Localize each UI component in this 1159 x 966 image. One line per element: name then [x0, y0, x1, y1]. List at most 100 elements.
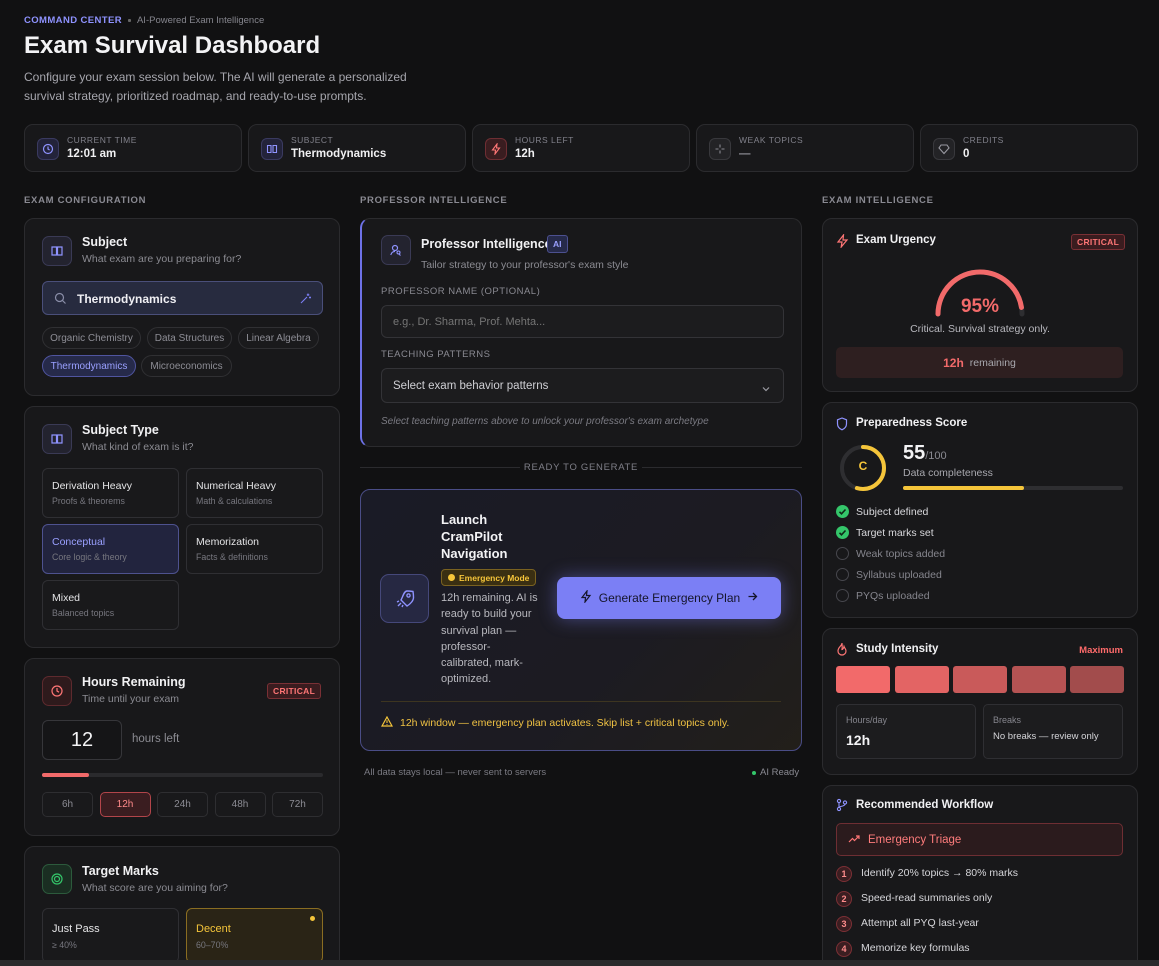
critical-badge: CRITICAL: [267, 683, 322, 699]
subject-chip[interactable]: Microeconomics: [141, 355, 232, 377]
status-dot-icon: [752, 770, 756, 775]
subject-type-option[interactable]: Mixed Balanced topics: [42, 580, 179, 630]
ai-status: AI Ready: [752, 767, 799, 778]
hours-progress-track: [42, 773, 323, 777]
sparkle-icon: [709, 138, 731, 160]
rocket-icon: [380, 574, 429, 623]
preparedness-grade: C: [858, 459, 868, 473]
hours-input[interactable]: 12: [42, 720, 122, 760]
hours-per-day-value: 12h: [846, 732, 871, 748]
stat-hours-left: HOURS LEFT 12h: [472, 124, 690, 172]
page-description-line: survival strategy, prioritized roadmap, …: [24, 89, 367, 103]
checklist-item: PYQs uploaded: [856, 590, 930, 602]
shield-icon: [836, 417, 848, 436]
subject-input[interactable]: Thermodynamics: [42, 281, 323, 315]
section-professor-intelligence: PROFESSOR INTELLIGENCE: [360, 195, 508, 206]
hours-preset-button[interactable]: 6h: [42, 792, 93, 817]
check-done-icon: [836, 526, 849, 539]
target-option[interactable]: Just Pass ≥ 40%: [42, 908, 179, 963]
lightning-icon: [836, 233, 849, 253]
generate-plan-button[interactable]: Generate Emergency Plan: [557, 577, 781, 619]
arrow-right-icon: [747, 591, 758, 605]
launch-title-line: Navigation: [441, 546, 508, 561]
hours-preset-button[interactable]: 24h: [157, 792, 208, 817]
stat-weak-topics: WEAK TOPICS —: [696, 124, 914, 172]
page-title: Exam Survival Dashboard: [24, 32, 321, 59]
time-remaining-value: 12h: [943, 355, 964, 370]
subject-chip-selected[interactable]: Thermodynamics: [42, 355, 136, 377]
professor-name-label: PROFESSOR NAME (OPTIONAL): [381, 286, 541, 297]
hours-preset-button-selected[interactable]: 12h: [99, 792, 151, 817]
option-desc: 60–70%: [196, 940, 229, 950]
subject-subtitle: What exam are you preparing for?: [82, 253, 242, 265]
urgency-percent: 95%: [960, 296, 1000, 317]
launch-warning: 12h window — emergency plan activates. S…: [380, 715, 729, 730]
teaching-patterns-value: Select exam behavior patterns: [393, 380, 549, 392]
subject-chip[interactable]: Linear Algebra: [238, 327, 319, 349]
launch-desc-line: professor-: [441, 640, 491, 653]
launch-title: Launch CramPilot Navigation: [441, 511, 507, 562]
subject-type-option-selected[interactable]: Conceptual Core logic & theory: [42, 524, 179, 574]
target-option-selected[interactable]: Decent 60–70%: [186, 908, 323, 963]
launch-desc-line: ready to build your: [441, 608, 532, 621]
launch-title-line: CramPilot: [441, 529, 503, 544]
subject-chip[interactable]: Organic Chemistry: [42, 327, 141, 349]
hours-preset-button[interactable]: 72h: [272, 792, 323, 817]
intensity-level: Maximum: [1079, 645, 1123, 656]
breadcrumb-main: COMMAND CENTER: [24, 15, 122, 26]
option-desc: Core logic & theory: [52, 552, 127, 562]
checklist-item: Weak topics added: [856, 548, 946, 560]
checklist-item: Target marks set: [856, 527, 934, 539]
teaching-patterns-select[interactable]: Select exam behavior patterns: [381, 368, 784, 403]
option-desc: ≥ 40%: [52, 940, 77, 950]
breaks-value: No breaks — review only: [993, 731, 1099, 742]
lightning-icon: [580, 588, 592, 606]
subject-type-option[interactable]: Numerical Heavy Math & calculations: [186, 468, 323, 518]
option-desc: Proofs & theorems: [52, 496, 125, 506]
flame-icon: [836, 642, 848, 661]
subject-title: Subject: [82, 235, 128, 249]
warning-icon: [380, 715, 394, 730]
stat-value: 12:01 am: [67, 148, 117, 160]
subject-type-option[interactable]: Derivation Heavy Proofs & theorems: [42, 468, 179, 518]
workflow-title: Recommended Workflow: [856, 799, 994, 811]
professor-name-input[interactable]: [381, 305, 784, 338]
clock-icon: [42, 676, 72, 706]
page-description-line: Configure your exam session below. The A…: [24, 70, 407, 84]
professor-title: Professor Intelligence: [421, 237, 552, 251]
workflow-step-text: Memorize key formulas: [861, 942, 970, 954]
subject-chip[interactable]: Data Structures: [147, 327, 232, 349]
book-icon: [42, 424, 72, 454]
workflow-step-text: Identify 20% topics → 80% marks: [861, 867, 1018, 879]
divider-line: [642, 467, 802, 468]
trending-up-icon: [848, 831, 860, 849]
intensity-title: Study Intensity: [856, 643, 939, 655]
breaks-label: Breaks: [993, 715, 1022, 725]
subject-input-value: Thermodynamics: [77, 292, 177, 306]
magic-icon[interactable]: [299, 292, 312, 310]
hours-per-day-label: Hours/day: [846, 715, 888, 725]
hours-preset-button[interactable]: 48h: [214, 792, 266, 817]
stat-value: 0: [963, 148, 970, 160]
breadcrumb: COMMAND CENTER AI-Powered Exam Intellige…: [24, 15, 264, 26]
workflow-step-number: 4: [836, 941, 852, 957]
preparedness-score: 55/100: [903, 442, 947, 465]
stat-label: WEAK TOPICS: [739, 135, 804, 145]
breaks-box: Breaks No breaks — review only: [983, 704, 1123, 759]
workflow-step-number: 3: [836, 916, 852, 932]
subject-type-option[interactable]: Memorization Facts & definitions: [186, 524, 323, 574]
stat-value: Thermodynamics: [291, 148, 387, 160]
critical-badge: CRITICAL: [1071, 234, 1126, 250]
section-exam-intelligence: EXAM INTELLIGENCE: [822, 195, 934, 206]
launch-title-line: Launch: [441, 512, 488, 527]
stat-value: 12h: [515, 148, 535, 160]
workflow-step-number: 2: [836, 891, 852, 907]
breadcrumb-dot: [127, 19, 131, 22]
privacy-note: All data stays local — never sent to ser…: [364, 767, 547, 778]
target-title: Target Marks: [82, 864, 159, 878]
time-remaining-label: remaining: [969, 356, 1016, 369]
horizontal-scrollbar[interactable]: [0, 960, 1159, 966]
page-description: Configure your exam session below. The A…: [24, 68, 407, 106]
preparedness-progress-track: [903, 486, 1123, 490]
stat-credits: CREDITS 0: [920, 124, 1138, 172]
